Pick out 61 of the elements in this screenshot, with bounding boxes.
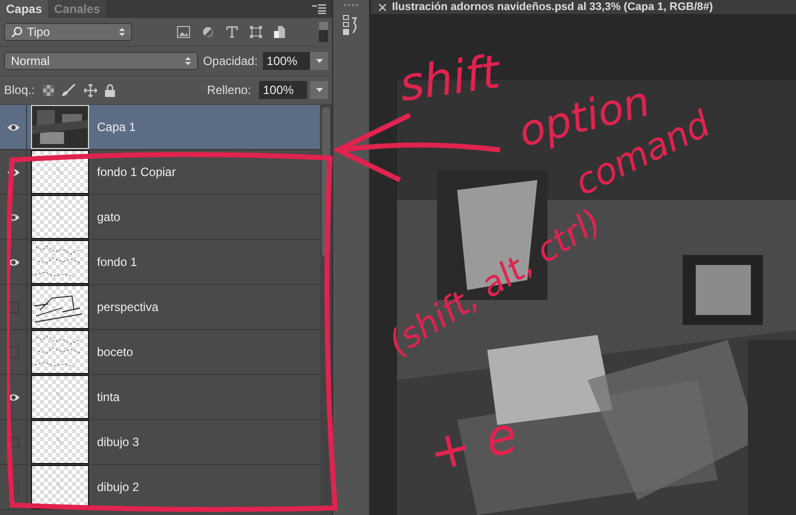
shape-filter-icon[interactable] — [250, 26, 262, 38]
layer-row[interactable]: fondo 1 — [0, 240, 320, 285]
search-icon — [11, 26, 23, 38]
updown-icon — [119, 27, 125, 37]
layer-name: dibujo 3 — [97, 435, 140, 449]
layer-name: tinta — [97, 390, 120, 404]
adjustment-filter-icon[interactable] — [202, 26, 214, 38]
layer-row[interactable]: perspectiva — [0, 285, 320, 330]
layer-row[interactable]: gato — [0, 195, 320, 240]
caret-icon — [316, 88, 322, 92]
image-filter-icon[interactable] — [177, 26, 190, 38]
layer-thumbnail — [31, 240, 89, 284]
updown-icon — [184, 56, 191, 66]
layer-name: Capa 1 — [97, 120, 136, 134]
layer-thumbnail — [31, 420, 89, 464]
layer-thumbnail — [31, 330, 89, 374]
layer-row[interactable]: boceto — [0, 330, 320, 375]
layer-name: perspectiva — [97, 300, 158, 314]
opacity-dropdown-button[interactable] — [310, 52, 328, 70]
layer-name: fondo 1 Copiar — [97, 165, 176, 179]
layer-thumbnail — [31, 285, 89, 329]
smart-object-filter-icon[interactable] — [274, 26, 285, 38]
handwritten-note: shift — [396, 48, 502, 108]
lock-label: Bloq.: — [4, 83, 35, 97]
type-filter-icon[interactable] — [226, 26, 238, 38]
lock-icon[interactable] — [104, 84, 115, 96]
history-icon[interactable] — [343, 15, 359, 35]
fill-field[interactable]: 100% — [259, 81, 307, 99]
panel-menu-icon[interactable] — [312, 4, 326, 14]
layer-row[interactable]: dibujo 3 — [0, 420, 320, 465]
document-title: Ilustración adornos navideños.psd al 33,3% (Capa 1, RGB/8#) — [392, 1, 713, 13]
lock-transparency-icon[interactable] — [42, 84, 54, 96]
caret-icon — [316, 59, 323, 63]
move-icon[interactable] — [84, 84, 97, 96]
opacity-field[interactable]: 100% — [262, 52, 310, 70]
layer-thumbnail — [31, 465, 89, 509]
blend-mode-value: Normal — [11, 54, 51, 68]
eye-icon[interactable] — [6, 122, 20, 132]
layer-row[interactable]: tinta — [0, 375, 320, 420]
visibility-toggle[interactable] — [8, 482, 18, 492]
opacity-label: Opacidad: — [202, 54, 258, 68]
layer-thumbnail — [31, 195, 89, 239]
layer-thumbnail — [31, 375, 89, 419]
layer-row[interactable]: Capa 1 — [0, 105, 320, 150]
panel-tab[interactable]: Capas — [0, 0, 48, 18]
handwritten-note: + e — [424, 409, 522, 480]
brush-icon[interactable] — [62, 84, 76, 96]
visibility-toggle[interactable] — [8, 346, 18, 358]
filter-toggle[interactable] — [319, 22, 328, 42]
layer-name: gato — [97, 210, 120, 224]
fill-label: Relleno: — [206, 83, 251, 97]
filter-value: Tipo — [27, 25, 51, 39]
layer-name: dibujo 2 — [97, 480, 140, 494]
layer-name: fondo 1 — [97, 255, 138, 269]
visibility-toggle[interactable] — [8, 302, 18, 312]
filter-dropdown[interactable]: Tipo — [4, 23, 132, 41]
close-icon[interactable] — [379, 4, 386, 10]
blend-mode-dropdown[interactable]: Normal — [4, 52, 198, 70]
layer-name: boceto — [97, 345, 134, 359]
document-tab[interactable]: Ilustración adornos navideños.psd al 33,3% (Capa 1, RGB/8#) — [371, 0, 796, 14]
fill-dropdown-button[interactable] — [310, 81, 328, 99]
